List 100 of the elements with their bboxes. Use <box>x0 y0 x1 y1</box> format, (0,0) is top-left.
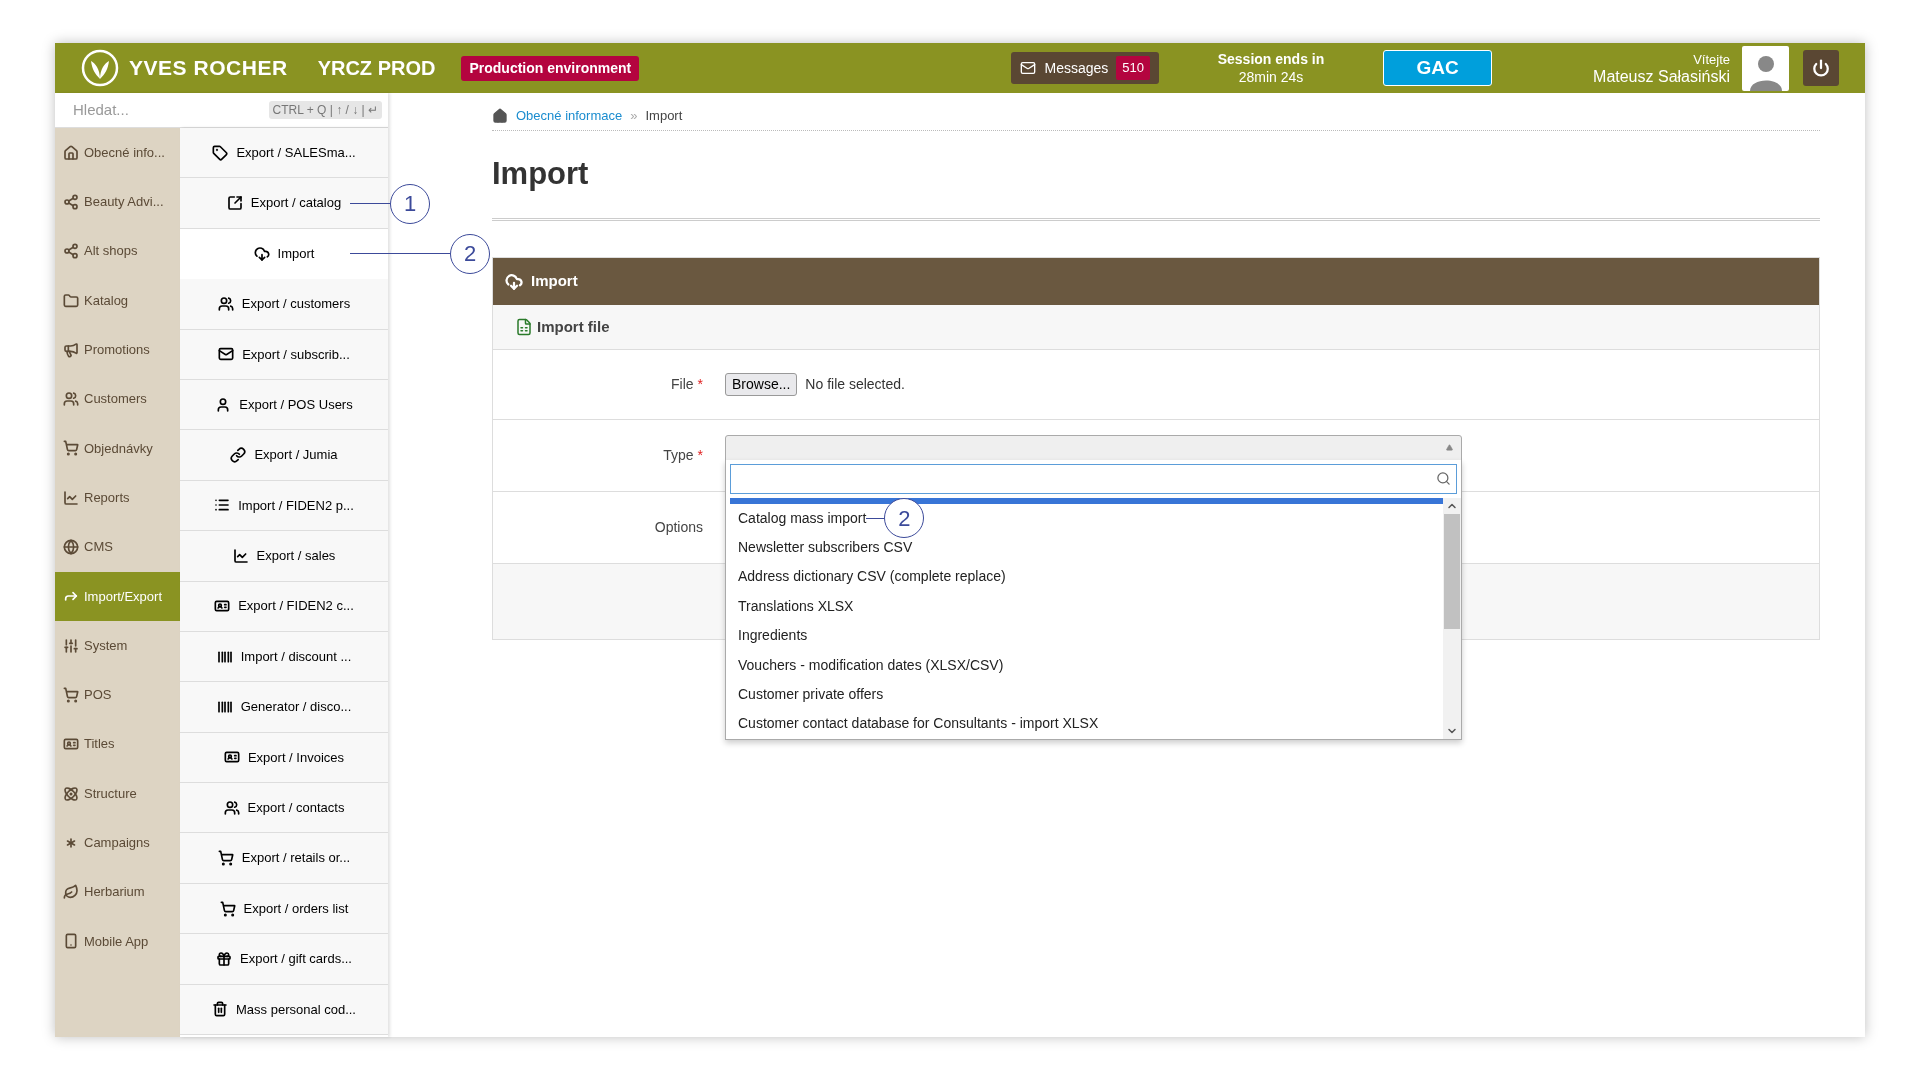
users-icon <box>223 799 240 816</box>
leader-line <box>350 203 390 205</box>
nav-item[interactable]: Titles <box>55 719 180 769</box>
user-name: Mateusz Sałasiński <box>1593 68 1730 85</box>
cart-icon <box>63 440 79 457</box>
submenu-item[interactable]: Export / sales <box>180 531 388 582</box>
file-status: No file selected. <box>805 375 905 394</box>
submenu-item[interactable]: Export / subscrib... <box>180 329 388 380</box>
chart-icon <box>232 547 249 564</box>
export-icon <box>226 195 243 212</box>
nav-item[interactable]: Reports <box>55 473 180 523</box>
mail-icon <box>1020 60 1037 76</box>
brand-name: YVES ROCHER <box>129 55 288 82</box>
dropdown-option[interactable]: Newsletter subscribers CSV <box>726 537 913 559</box>
submenu-item[interactable]: Generator / disco... <box>180 682 388 733</box>
submenu-item[interactable]: Import <box>180 228 388 280</box>
id-card-icon <box>63 736 79 753</box>
avatar <box>1742 45 1789 91</box>
atom-icon <box>63 785 79 802</box>
nav-item[interactable]: Alt shops <box>55 226 180 276</box>
scrollbar-thumb[interactable] <box>1444 513 1460 629</box>
submenu-item[interactable]: Export / orders list <box>180 883 388 935</box>
messages-button[interactable]: Messages 510 <box>1011 52 1159 84</box>
welcome-label: Vítejte <box>1693 51 1730 68</box>
submenu-item[interactable]: Export / Invoices <box>180 732 388 784</box>
id-card-icon <box>223 749 240 766</box>
environment-badge: Production environment <box>461 55 640 81</box>
nav-item[interactable]: Obecné info... <box>55 128 180 178</box>
nav-item[interactable]: Objednávky <box>55 423 180 474</box>
user-icon <box>215 396 232 413</box>
submenu-item[interactable]: Export / gift cards... <box>180 934 388 985</box>
phone-icon <box>63 933 79 950</box>
submenu-item[interactable]: Export / contacts <box>180 783 388 834</box>
caret-icon <box>1446 444 1453 451</box>
share-icon <box>63 193 79 210</box>
power-icon <box>1812 59 1830 77</box>
callout-number: 2 <box>450 233 490 274</box>
nav-item[interactable]: CMS <box>55 522 180 572</box>
chart-icon <box>63 489 79 506</box>
sliders-icon <box>63 637 79 654</box>
dropdown-option[interactable]: Address dictionary CSV (complete replace) <box>726 566 1006 588</box>
submenu-item[interactable]: Import / FIDEN2 p... <box>180 480 388 532</box>
home-icon <box>492 107 508 124</box>
submenu-item[interactable]: Export / catalog <box>180 178 388 229</box>
nav-item[interactable]: Campaigns <box>55 818 180 868</box>
search-icon <box>1436 470 1451 486</box>
nav-item[interactable]: System <box>55 620 180 671</box>
nav-item[interactable]: Mobile App <box>55 916 180 967</box>
callout-number: 1 <box>390 183 430 224</box>
dropdown-option[interactable]: Catalog mass import <box>726 507 867 529</box>
dropdown-search-field[interactable] <box>730 463 1457 494</box>
users-icon <box>63 391 79 408</box>
scrollbar[interactable] <box>1443 497 1461 739</box>
breadcrumb-separator: » <box>630 106 638 125</box>
messages-count: 510 <box>1116 56 1150 80</box>
nav-item[interactable]: Beauty Advi... <box>55 177 180 227</box>
submenu-item[interactable]: Export / POS Users <box>180 379 388 431</box>
nav-item[interactable]: Promotions <box>55 325 180 375</box>
callout-number: 2 <box>884 498 925 539</box>
link-icon <box>230 447 247 464</box>
leader-line <box>866 517 885 519</box>
power-button[interactable] <box>1803 50 1839 86</box>
dropdown-option[interactable]: Customer private offers <box>726 684 884 706</box>
browse-button[interactable]: Browse... <box>725 373 798 396</box>
submenu-item[interactable]: Export / customers <box>180 279 388 330</box>
breadcrumb-link[interactable]: Obecné informace <box>516 105 623 126</box>
submenu-item[interactable]: Export / retails or... <box>180 833 388 884</box>
list-icon <box>214 497 231 514</box>
field-label: Type <box>663 447 694 463</box>
share-icon <box>63 243 79 260</box>
dropdown-option[interactable]: Vouchers - modification dates (XLSX/CSV) <box>726 654 1004 676</box>
required-mark: * <box>697 376 703 392</box>
search-field[interactable]: Hledat... <box>73 98 223 122</box>
id-card-icon <box>214 598 231 615</box>
globe-icon <box>63 539 79 555</box>
submenu-item[interactable]: Mass personal cod... <box>180 984 388 1036</box>
dropdown-option[interactable]: Translations XLSX <box>726 595 854 617</box>
folder-icon <box>63 292 79 309</box>
leaf-icon <box>63 884 79 901</box>
nav-item[interactable]: Herbarium <box>55 867 180 917</box>
mail-icon <box>218 346 235 363</box>
submenu-item[interactable]: Export / SALESma... <box>180 128 388 179</box>
session-label: Session ends in <box>1217 50 1325 68</box>
nav-item[interactable]: Structure <box>55 768 180 819</box>
shortcut-hint: CTRL + Q | ↑ / ↓ | ↵ <box>268 101 382 119</box>
megaphone-icon <box>63 341 79 358</box>
spreadsheet-icon <box>515 318 533 336</box>
breadcrumb-current: Import <box>645 106 683 125</box>
nav-item[interactable]: Katalog <box>55 275 180 326</box>
nav-item[interactable]: Customers <box>55 374 180 424</box>
nav-item[interactable]: POS <box>55 670 180 720</box>
home-icon <box>63 144 79 161</box>
logo-icon <box>81 49 119 87</box>
submenu-item[interactable]: Export / FIDEN2 c... <box>180 581 388 632</box>
dropdown-option[interactable]: Customer contact database for Consultants - import XLSX <box>726 713 1099 735</box>
submenu-item[interactable]: Export / Jumia <box>180 430 388 481</box>
field-label: Options <box>654 519 703 535</box>
tag-icon <box>212 144 229 161</box>
dropdown-option[interactable]: Ingredients <box>726 625 808 647</box>
submenu-item[interactable]: Import / discount ... <box>180 631 388 683</box>
